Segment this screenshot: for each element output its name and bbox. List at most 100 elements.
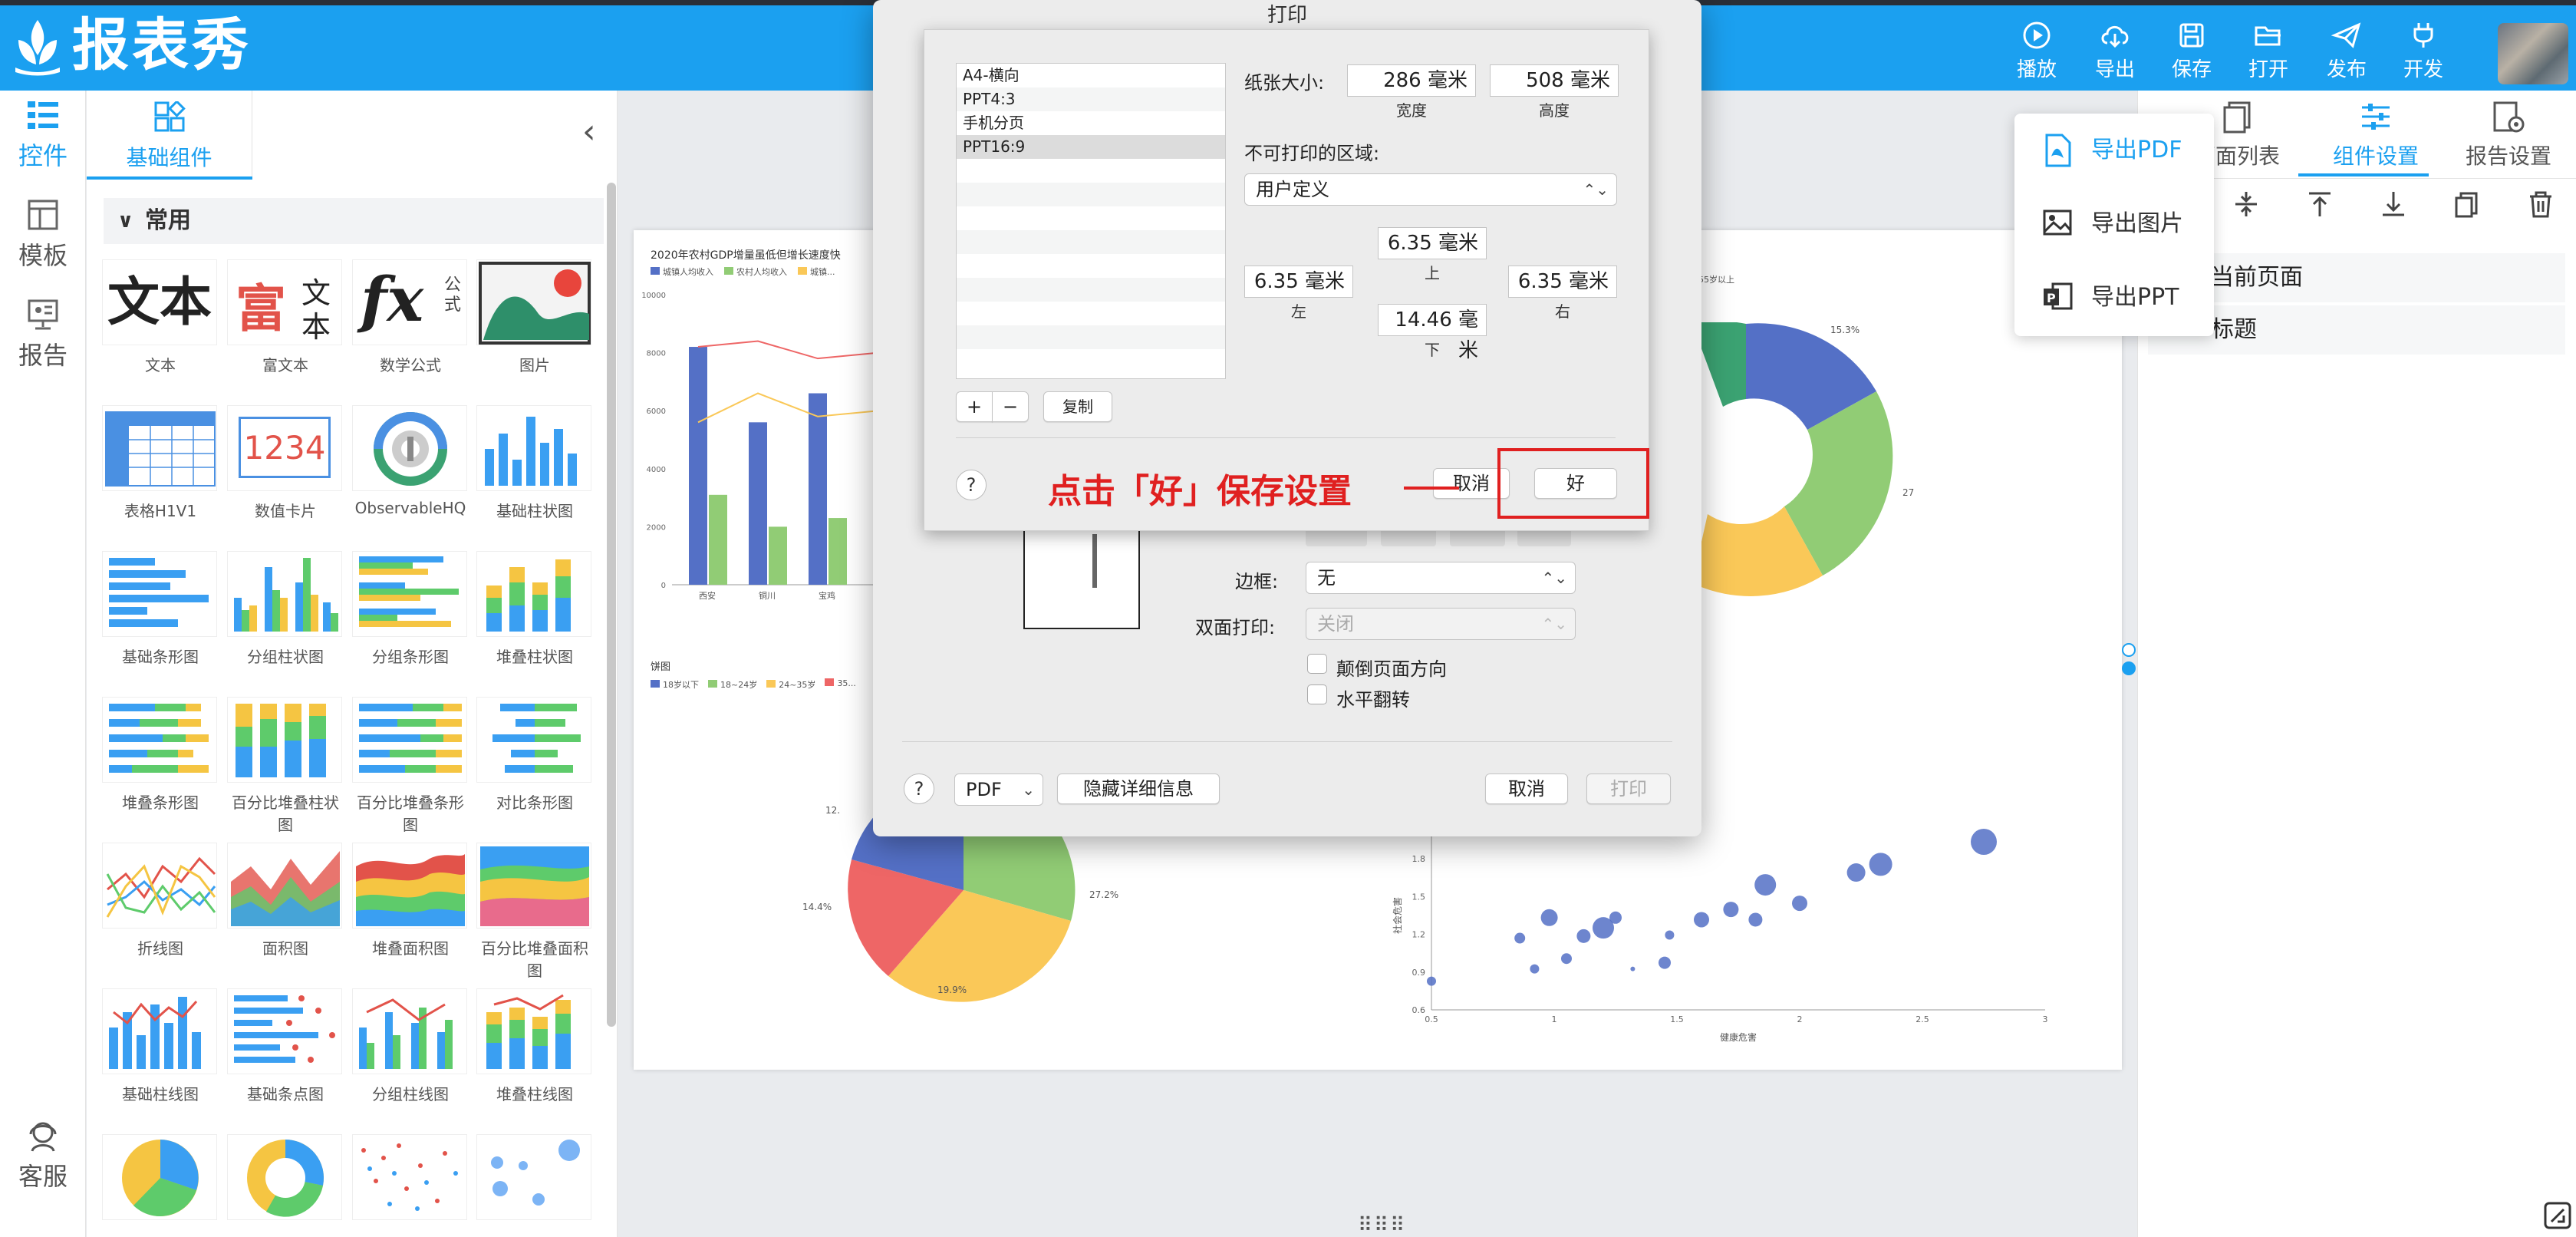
copy-icon[interactable]	[2452, 189, 2482, 219]
component-label: 数值卡片	[255, 502, 316, 520]
divider	[902, 741, 1672, 742]
grouped-column-icon	[234, 558, 338, 632]
tab-report-settings[interactable]: 报告设置	[2447, 91, 2570, 175]
component-label: 富文本	[262, 356, 308, 374]
component-grouped-bar[interactable]: 分组条形图	[352, 551, 469, 667]
margin-right-field[interactable]: 6.35 毫米	[1508, 266, 1617, 298]
hide-details-button[interactable]: 隐藏详细信息	[1057, 774, 1220, 804]
add-paper-button[interactable]: +	[956, 391, 993, 422]
component-observable[interactable]: ObservableHQ	[352, 405, 469, 517]
bubble-thumb	[476, 1134, 591, 1220]
component-value-card[interactable]: 1234 数值卡片	[227, 405, 344, 521]
paper-height-field[interactable]: 508 毫米	[1490, 64, 1619, 97]
component-percent-stacked-bar[interactable]: 百分比堆叠条形图	[352, 697, 469, 835]
export-image-item[interactable]: 导出图片	[2014, 187, 2214, 261]
resize-handle[interactable]	[2122, 643, 2136, 657]
rail-item-support[interactable]: 客服	[0, 1119, 86, 1192]
paper-width-field[interactable]: 286 毫米	[1347, 64, 1476, 97]
remove-paper-button[interactable]: −	[992, 391, 1029, 422]
component-grouped-column[interactable]: 分组柱状图	[227, 551, 344, 667]
margin-top-field[interactable]: 6.35 毫米	[1378, 227, 1487, 259]
component-richtext[interactable]: 富 文 本 富文本	[227, 259, 344, 375]
align-bottom-icon[interactable]	[2378, 189, 2409, 219]
margin-select[interactable]: 用户定义 ⌃⌄	[1244, 173, 1617, 206]
corner-resize-icon[interactable]	[2544, 1202, 2571, 1229]
component-basic-bar[interactable]: 基础条形图	[102, 551, 219, 667]
component-percent-stacked-area[interactable]: 百分比堆叠面积图	[476, 843, 593, 981]
print-button[interactable]: 打印	[1586, 774, 1671, 804]
duplex-value: 关闭	[1317, 613, 1354, 635]
component-image[interactable]: 图片	[476, 259, 593, 375]
stacked-column-thumb	[476, 551, 591, 637]
export-pdf-item[interactable]: 导出PDF	[2014, 114, 2214, 187]
component-basic-column[interactable]: 基础柱状图	[476, 405, 593, 521]
component-text[interactable]: 文本 文本	[102, 259, 219, 375]
tab-component-settings[interactable]: 组件设置	[2311, 91, 2441, 175]
list-item[interactable]: PPT16:9	[957, 135, 1225, 159]
avatar[interactable]	[2498, 23, 2568, 84]
scatter-point	[1530, 964, 1540, 974]
align-middle-icon[interactable]	[2231, 189, 2261, 219]
export-ppt-item[interactable]: P 导出PPT	[2014, 261, 2214, 335]
component-bar-dot[interactable]: 基础条点图	[227, 988, 344, 1104]
legend-item: 农村人均收入	[724, 266, 787, 278]
component-table[interactable]: 表格H1V1	[102, 405, 219, 521]
open-button[interactable]: 打开	[2234, 20, 2303, 86]
reverse-orientation-checkbox[interactable]	[1307, 654, 1327, 674]
component-stacked-area[interactable]: 堆叠面积图	[352, 843, 469, 958]
rail-item-widgets[interactable]: 控件	[0, 98, 86, 172]
margin-left-field[interactable]: 6.35 毫米	[1244, 266, 1353, 298]
component-formula[interactable]: fx 公式 数学公式	[352, 259, 469, 375]
publish-button[interactable]: 发布	[2312, 20, 2381, 86]
list-item[interactable]: 手机分页	[957, 111, 1225, 135]
component-basic-column-line[interactable]: 基础柱线图	[102, 988, 219, 1104]
pdf-menu-button[interactable]: PDF ⌄	[954, 774, 1043, 806]
help-button[interactable]: ?	[904, 774, 934, 804]
export-button[interactable]: 导出	[2080, 20, 2149, 86]
formula-sub-glyph: 公式	[443, 275, 461, 315]
cancel-button[interactable]: 取消	[1485, 774, 1568, 804]
reverse-orientation-label: 颠倒页面方向	[1336, 658, 1447, 680]
save-button[interactable]: 保存	[2157, 20, 2226, 86]
border-select[interactable]: 无 ⌃⌄	[1306, 562, 1576, 594]
resize-handle[interactable]	[2122, 661, 2136, 675]
bar-chart-icon	[109, 558, 209, 627]
rail-item-templates[interactable]: 模板	[0, 198, 86, 272]
component-label: ObservableHQ	[354, 499, 466, 517]
duplicate-paper-button[interactable]: 复制	[1043, 391, 1112, 422]
component-pie[interactable]	[102, 1134, 219, 1228]
list-item[interactable]: A4-横向	[957, 64, 1225, 87]
component-grouped-column-line[interactable]: 分组柱线图	[352, 988, 469, 1104]
component-line[interactable]: 折线图	[102, 843, 219, 958]
play-button[interactable]: 播放	[2002, 20, 2071, 86]
export-dropdown: 导出PDF 导出图片 P 导出PPT	[2014, 114, 2214, 336]
component-stacked-column-line[interactable]: 堆叠柱线图	[476, 988, 593, 1104]
develop-button[interactable]: 开发	[2389, 20, 2458, 86]
collapse-panel-icon[interactable]: ‹	[582, 112, 596, 151]
x-tick-label: 1	[1552, 1014, 1557, 1024]
paper-size-list[interactable]: A4-横向 PPT4:3 手机分页 PPT16:9	[956, 63, 1226, 379]
component-scatter[interactable]	[352, 1134, 469, 1228]
resize-grip-icon[interactable]: ⠿⠿⠿	[1358, 1214, 1406, 1237]
component-area[interactable]: 面积图	[227, 843, 344, 958]
trash-icon[interactable]	[2525, 189, 2556, 219]
panel-scrollbar[interactable]	[607, 183, 616, 1027]
pie-label: 14.4%	[802, 902, 832, 912]
sheet-help-button[interactable]: ?	[956, 470, 987, 500]
margin-bottom-field[interactable]: 14.46 毫米	[1378, 304, 1487, 362]
component-stacked-column[interactable]: 堆叠柱状图	[476, 551, 593, 667]
duplex-select[interactable]: 关闭 ⌃⌄	[1306, 608, 1576, 640]
flip-horizontal-checkbox[interactable]	[1307, 684, 1327, 704]
component-percent-stacked-column[interactable]: 百分比堆叠柱状图	[227, 697, 344, 835]
component-label: 表格H1V1	[124, 502, 197, 520]
component-bubble[interactable]	[476, 1134, 593, 1228]
align-top-icon[interactable]	[2304, 189, 2335, 219]
rail-item-reports[interactable]: 报告	[0, 298, 86, 371]
component-stacked-bar[interactable]: 堆叠条形图	[102, 697, 219, 813]
report-gear-icon	[2493, 101, 2525, 133]
component-donut[interactable]	[227, 1134, 344, 1228]
component-compare-bar[interactable]: 对比条形图	[476, 697, 593, 813]
list-item[interactable]: PPT4:3	[957, 87, 1225, 111]
tab-basic-components[interactable]: 基础组件	[87, 91, 252, 178]
section-common[interactable]: ∨ 常用	[104, 198, 604, 244]
